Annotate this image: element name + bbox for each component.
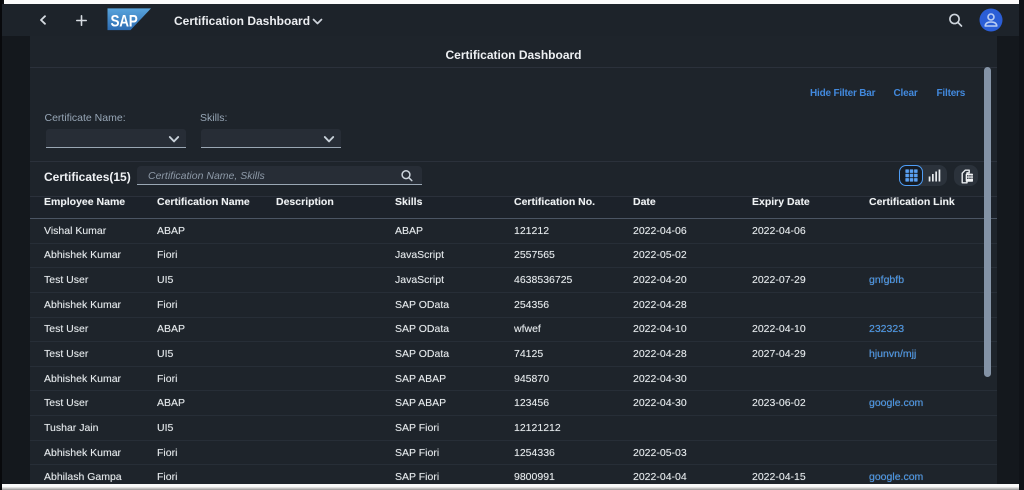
svg-text:SAP: SAP [111,12,138,31]
